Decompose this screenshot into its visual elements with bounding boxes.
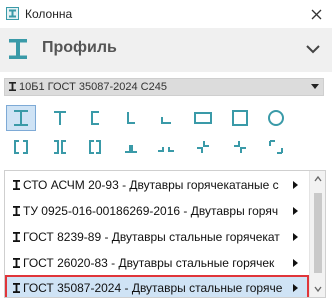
shape-tee[interactable] <box>45 105 75 131</box>
shape-double-channel-box[interactable] <box>6 134 36 160</box>
column-app-icon <box>6 7 19 20</box>
angle-shape-icon <box>127 112 135 124</box>
double-angle-tee-icon <box>125 145 137 153</box>
shape-unequal-angle[interactable] <box>151 105 181 131</box>
shape-round-tube[interactable] <box>261 105 291 131</box>
section-title: Профиль <box>42 39 117 56</box>
profile-select-value: 10Б1 ГОСТ 35087-2024 С245 <box>9 81 167 93</box>
i-beam-shape-icon <box>14 110 28 126</box>
shape-double-channel-face[interactable] <box>80 134 110 160</box>
unequal-angle-shape-icon <box>161 117 171 124</box>
scroll-up-icon[interactable] <box>314 175 322 183</box>
shape-square-tube[interactable] <box>225 105 255 131</box>
shape-double-angle-apart[interactable] <box>151 134 181 160</box>
t-shape-icon <box>54 111 66 125</box>
submenu-arrow-icon <box>293 207 298 215</box>
standards-list[interactable]: СТО АСЧМ 20-93 - Двутавры горячекатаные … <box>4 170 326 298</box>
list-item[interactable]: ГОСТ 8239-89 - Двутавры стальные горячек… <box>5 224 309 250</box>
submenu-arrow-icon <box>293 259 298 267</box>
shape-double-angle-tee[interactable] <box>116 134 146 160</box>
list-item[interactable]: ТУ 0925-016-00186269-2016 - Двутавры гор… <box>5 198 309 224</box>
cross-angle-icon <box>197 141 209 153</box>
rect-tube-shape-icon <box>194 112 212 124</box>
i-beam-small-icon <box>13 232 20 242</box>
i-beam-small-icon <box>13 283 20 293</box>
shape-double-channel-back[interactable] <box>45 134 75 160</box>
list-scrollbar[interactable] <box>309 171 325 297</box>
double-angle-apart-icon <box>158 147 174 152</box>
list-item[interactable]: ГОСТ 26020-83 - Двутавры стальные горяче… <box>5 250 309 276</box>
shape-star-angle[interactable] <box>225 134 255 160</box>
submenu-arrow-icon <box>293 233 298 241</box>
shape-rect-tube[interactable] <box>188 105 218 131</box>
scrollbar-thumb[interactable] <box>314 193 322 273</box>
double-channel-back-icon <box>54 140 66 154</box>
shape-angle[interactable] <box>116 105 146 131</box>
shape-cross-angle[interactable] <box>188 134 218 160</box>
i-beam-small-icon <box>13 258 20 268</box>
channel-shape-icon <box>91 111 99 125</box>
double-channel-box-icon <box>14 140 28 154</box>
list-item-label: ГОСТ 26020-83 - Двутавры стальные горяче… <box>23 256 275 270</box>
close-icon <box>311 9 321 19</box>
star-angle-icon <box>234 141 246 153</box>
double-channel-face-icon <box>89 140 101 154</box>
close-button[interactable] <box>304 2 328 26</box>
submenu-arrow-icon <box>293 284 298 292</box>
list-item-label: ТУ 0925-016-00186269-2016 - Двутавры гор… <box>23 204 279 218</box>
round-tube-shape-icon <box>268 110 284 126</box>
window-title: Колонна <box>25 7 73 21</box>
i-beam-small-icon <box>13 180 20 190</box>
list-item-label: СТО АСЧМ 20-93 - Двутавры горячекатаные … <box>23 178 279 192</box>
list-item-label: ГОСТ 35087-2024 - Двутавры стальные горя… <box>23 281 283 295</box>
list-item-selected[interactable]: ГОСТ 35087-2024 - Двутавры стальные горя… <box>5 275 309 297</box>
box-angle-icon <box>269 140 283 154</box>
profile-section-header[interactable]: Профиль <box>0 28 332 72</box>
shape-box-angle[interactable] <box>261 134 291 160</box>
profile-select[interactable]: 10Б1 ГОСТ 35087-2024 С245 <box>4 78 324 96</box>
i-beam-small-icon <box>9 82 16 91</box>
square-tube-shape-icon <box>232 110 248 126</box>
list-item[interactable]: СТО АСЧМ 20-93 - Двутавры горячекатаные … <box>5 172 309 198</box>
shape-i-beam[interactable] <box>6 105 36 131</box>
scroll-down-icon[interactable] <box>314 285 322 293</box>
submenu-arrow-icon <box>293 181 298 189</box>
i-beam-small-icon <box>13 206 20 216</box>
title-bar: Колонна <box>0 0 332 28</box>
i-beam-icon <box>9 39 27 59</box>
dropdown-arrow-icon <box>311 84 319 89</box>
chevron-down-icon[interactable] <box>304 40 322 58</box>
list-item-label: ГОСТ 8239-89 - Двутавры стальные горячек… <box>23 230 280 244</box>
shape-channel[interactable] <box>80 105 110 131</box>
